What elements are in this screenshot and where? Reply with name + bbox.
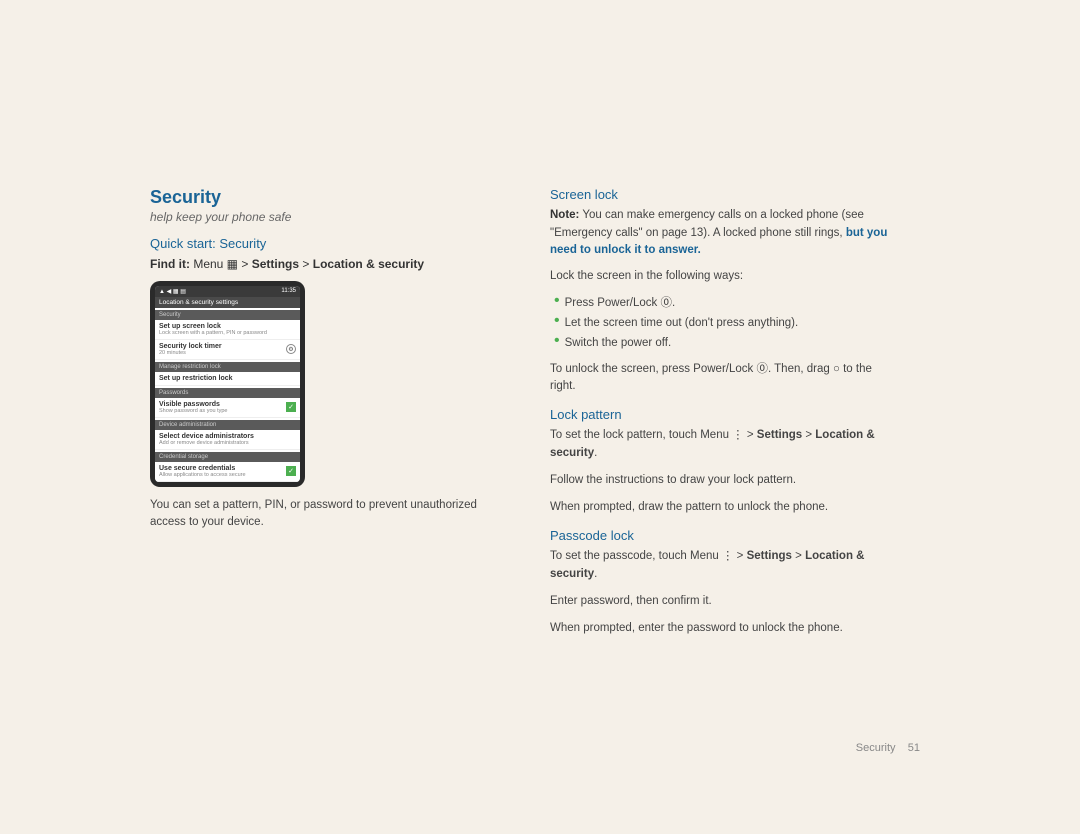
find-it-label: Find it: (150, 257, 190, 271)
phone-item-lock-timer: Security lock timer 20 minutes ⚙ (155, 340, 300, 360)
note-label: Note: (550, 209, 579, 221)
lock-intro: Lock the screen in the following ways: (550, 268, 890, 285)
passcode-text1: To set the passcode, touch Menu ⋮ > Sett… (550, 548, 890, 583)
bullet-item-3: • Switch the power off. (554, 335, 890, 353)
phone-section-security: Security (155, 310, 300, 320)
phone-header: ▲ ◀ ▦ ▤ 11:35 (155, 286, 300, 297)
passcode-text2: Enter password, then confirm it. (550, 593, 890, 610)
phone-item-credentials: Use secure credentials Allow application… (155, 462, 300, 482)
phone-section-credentials: Credential storage (155, 452, 300, 462)
bullet-item-2: • Let the screen time out (don't press a… (554, 315, 890, 333)
section-subtitle: help keep your phone safe (150, 210, 490, 224)
passcode-text3: When prompted, enter the password to unl… (550, 620, 890, 637)
phone-signal-icons: ▲ ◀ ▦ ▤ (159, 288, 186, 295)
section-title: Security (150, 187, 490, 208)
right-column: Screen lock Note: You can make emergency… (550, 187, 890, 648)
phone-item-restriction-lock: Set up restriction lock (155, 372, 300, 386)
passcode-title: Passcode lock (550, 528, 890, 543)
phone-item-screen-lock: Set up screen lock Lock screen with a pa… (155, 320, 300, 340)
phone-mockup: ▲ ◀ ▦ ▤ 11:35 Location & security settin… (150, 281, 305, 487)
phone-time: 11:35 (281, 288, 296, 295)
phone-screen: ▲ ◀ ▦ ▤ 11:35 Location & security settin… (155, 286, 300, 482)
left-body-text: You can set a pattern, PIN, or password … (150, 497, 490, 532)
bullet-text-2: Let the screen time out (don't press any… (565, 315, 799, 333)
bullet-dot-1: • (554, 293, 560, 309)
phone-item-visible-passwords: Visible passwords Show password as you t… (155, 398, 300, 418)
lock-pattern-text1: To set the lock pattern, touch Menu ⋮ > … (550, 427, 890, 462)
page-container: Security help keep your phone safe Quick… (150, 167, 930, 668)
footer-section: Security (856, 742, 896, 754)
settings-icon: ⚙ (286, 344, 296, 354)
phone-item-device-admin: Select device administrators Add or remo… (155, 430, 300, 450)
lock-pattern-text3: When prompted, draw the pattern to unloc… (550, 499, 890, 516)
screen-lock-title: Screen lock (550, 187, 890, 202)
bullet-dot-3: • (554, 333, 560, 349)
bullet-text-3: Switch the power off. (565, 335, 672, 353)
note-body: You can make emergency calls on a locked… (550, 209, 864, 239)
phone-section-passwords: Passwords (155, 388, 300, 398)
footer-page-number: 51 (908, 742, 920, 754)
quick-start-title: Quick start: Security (150, 236, 490, 251)
note-paragraph: Note: You can make emergency calls on a … (550, 207, 890, 260)
phone-section-device-admin: Device administration (155, 420, 300, 430)
phone-section-restriction: Manage restriction lock (155, 362, 300, 372)
checkbox-credentials: ✓ (286, 466, 296, 476)
page-footer: Security 51 (856, 742, 920, 754)
find-it-line: Find it: Menu ▦ > Settings > Location & … (150, 257, 490, 271)
phone-screen-title: Location & security settings (155, 297, 300, 308)
bullet-dot-2: • (554, 313, 560, 329)
lock-pattern-text2: Follow the instructions to draw your loc… (550, 472, 890, 489)
lock-pattern-title: Lock pattern (550, 407, 890, 422)
bullet-list: • Press Power/Lock ⓪. • Let the screen t… (550, 295, 890, 352)
unlock-text: To unlock the screen, press Power/Lock ⓪… (550, 361, 890, 396)
passcode-section: Passcode lock To set the passcode, touch… (550, 528, 890, 637)
checkbox-visible-passwords: ✓ (286, 402, 296, 412)
lock-pattern-section: Lock pattern To set the lock pattern, to… (550, 407, 890, 516)
find-it-text: Menu ▦ > Settings > Location & security (193, 257, 424, 271)
bullet-text-1: Press Power/Lock ⓪. (565, 295, 676, 313)
bullet-item-1: • Press Power/Lock ⓪. (554, 295, 890, 313)
left-column: Security help keep your phone safe Quick… (150, 187, 490, 542)
